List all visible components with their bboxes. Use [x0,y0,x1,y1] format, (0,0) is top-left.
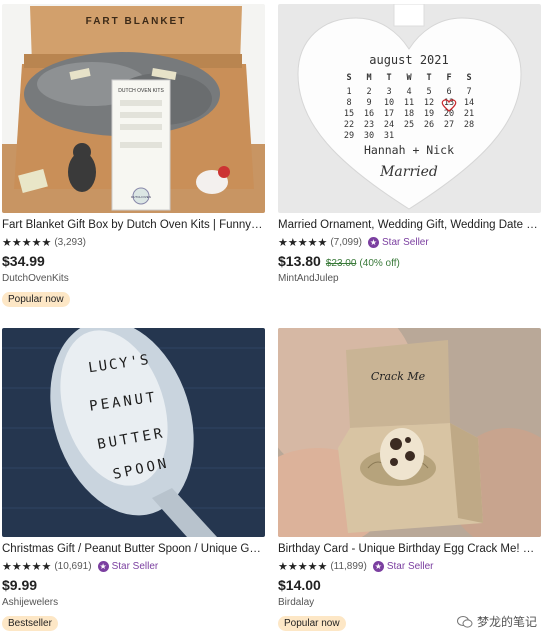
svg-text:29: 29 [344,131,354,141]
star-rating: ★★★★★ [2,236,52,249]
review-count: (3,293) [54,236,86,248]
svg-text:15: 15 [344,109,354,119]
svg-text:5: 5 [426,87,431,97]
wechat-icon [456,615,473,628]
couple-names: Hannah + Nick [364,143,454,157]
svg-text:22: 22 [344,120,354,130]
svg-text:F: F [446,73,451,83]
svg-text:S: S [346,73,351,83]
svg-text:27: 27 [444,120,454,130]
star-seller-badge: ★ Star Seller [368,236,429,248]
svg-text:9: 9 [366,98,371,108]
star-rating: ★★★★★ [2,560,52,573]
svg-text:11: 11 [404,98,414,108]
svg-text:3: 3 [386,87,391,97]
rating-row: ★★★★★ (3,293) [2,235,265,249]
box-label: FART BLANKET [86,16,187,27]
svg-text:17: 17 [384,109,394,119]
shop-name[interactable]: Birdalay [278,597,541,609]
svg-text:28: 28 [464,120,474,130]
svg-text:18: 18 [404,109,414,119]
star-seller-icon: ★ [372,560,384,572]
svg-text:W: W [406,73,412,83]
rating-row: ★★★★★ (7,099) ★ Star Seller [278,235,541,249]
listing-title[interactable]: Birthday Card - Unique Birthday Egg Crac… [278,542,541,556]
star-rating: ★★★★★ [278,560,328,573]
star-seller-badge: ★ Star Seller [372,560,434,572]
listing-card[interactable]: LUCY'S PEANUT BUTTER SPOON Christmas Gif… [2,328,265,631]
original-price: $23.00 [325,258,357,269]
price: $13.80 [278,253,321,269]
listing-image[interactable]: Crack Me [278,328,541,537]
svg-text:T: T [386,73,391,83]
svg-text:14: 14 [464,98,474,108]
shop-name[interactable]: Ashijewelers [2,597,265,609]
svg-text:16: 16 [364,109,374,119]
svg-text:30: 30 [364,131,374,141]
svg-text:M: M [366,73,371,83]
svg-text:12: 12 [424,98,434,108]
listing-image[interactable]: august 2021 S M T W T F S 1 2 3 4 5 6 7 … [278,4,541,213]
review-count: (11,899) [330,560,367,572]
svg-text:23: 23 [364,120,374,130]
review-count: (7,099) [330,236,362,248]
star-seller-icon: ★ [368,236,379,248]
listing-image[interactable]: LUCY'S PEANUT BUTTER SPOON [2,328,265,537]
svg-text:4: 4 [406,87,411,97]
shop-name[interactable]: DutchOvenKits [2,273,265,285]
svg-text:25: 25 [404,120,414,130]
price: $14.00 [278,577,321,593]
svg-text:8: 8 [346,98,351,108]
price-row: $13.80 $23.00 (40% off) [278,253,541,269]
box-text: Crack Me [371,370,426,383]
svg-text:6: 6 [446,87,451,97]
svg-text:2: 2 [366,87,371,97]
svg-text:10: 10 [384,98,394,108]
listing-card[interactable]: august 2021 S M T W T F S 1 2 3 4 5 6 7 … [278,4,541,285]
rating-row: ★★★★★ (11,899) ★ Star Seller [278,559,541,573]
svg-text:31: 31 [384,131,394,141]
svg-text:19: 19 [424,109,434,119]
listing-image[interactable]: FART BLANKET DUTCH OVEN KITS DUTCH OVEN [2,4,265,213]
listing-title[interactable]: Christmas Gift / Peanut Butter Spoon / U… [2,542,265,556]
svg-text:24: 24 [384,120,394,130]
star-rating: ★★★★★ [278,236,328,249]
svg-text:1: 1 [346,87,351,97]
svg-text:26: 26 [424,120,434,130]
watermark-text: 梦龙的笔记 [476,615,537,629]
shop-name[interactable]: MintAndJulep [278,273,541,285]
star-seller-badge: ★ Star Seller [97,560,159,572]
price-row: $14.00 [278,577,541,593]
calendar-month: august 2021 [369,53,448,67]
price-row: $9.99 [2,577,265,593]
listing-card[interactable]: FART BLANKET DUTCH OVEN KITS DUTCH OVEN … [2,4,265,307]
popular-now-badge: Popular now [278,616,346,631]
listing-card[interactable]: Crack Me Birthday Card - Unique Birthday… [278,328,541,631]
svg-text:S: S [466,73,471,83]
svg-text:T: T [426,73,431,83]
card-title: DUTCH OVEN KITS [118,88,164,94]
listing-title[interactable]: Married Ornament, Wedding Gift, Wedding … [278,218,541,232]
married-script: Married [379,164,438,180]
price-row: $34.99 [2,253,265,269]
price: $34.99 [2,253,45,269]
svg-text:21: 21 [464,109,474,119]
rating-row: ★★★★★ (10,691) ★ Star Seller [2,559,265,573]
review-count: (10,691) [54,560,92,572]
popular-now-badge: Popular now [2,292,70,307]
price: $9.99 [2,577,38,593]
bestseller-badge: Bestseller [2,616,58,631]
svg-text:7: 7 [466,87,471,97]
watermark: 梦龙的笔记 [456,613,537,630]
listing-title[interactable]: Fart Blanket Gift Box by Dutch Oven Kits… [2,218,265,232]
discount-label: (40% off) [359,258,400,269]
card-seal: DUTCH OVEN [131,195,151,199]
star-seller-icon: ★ [97,560,109,572]
